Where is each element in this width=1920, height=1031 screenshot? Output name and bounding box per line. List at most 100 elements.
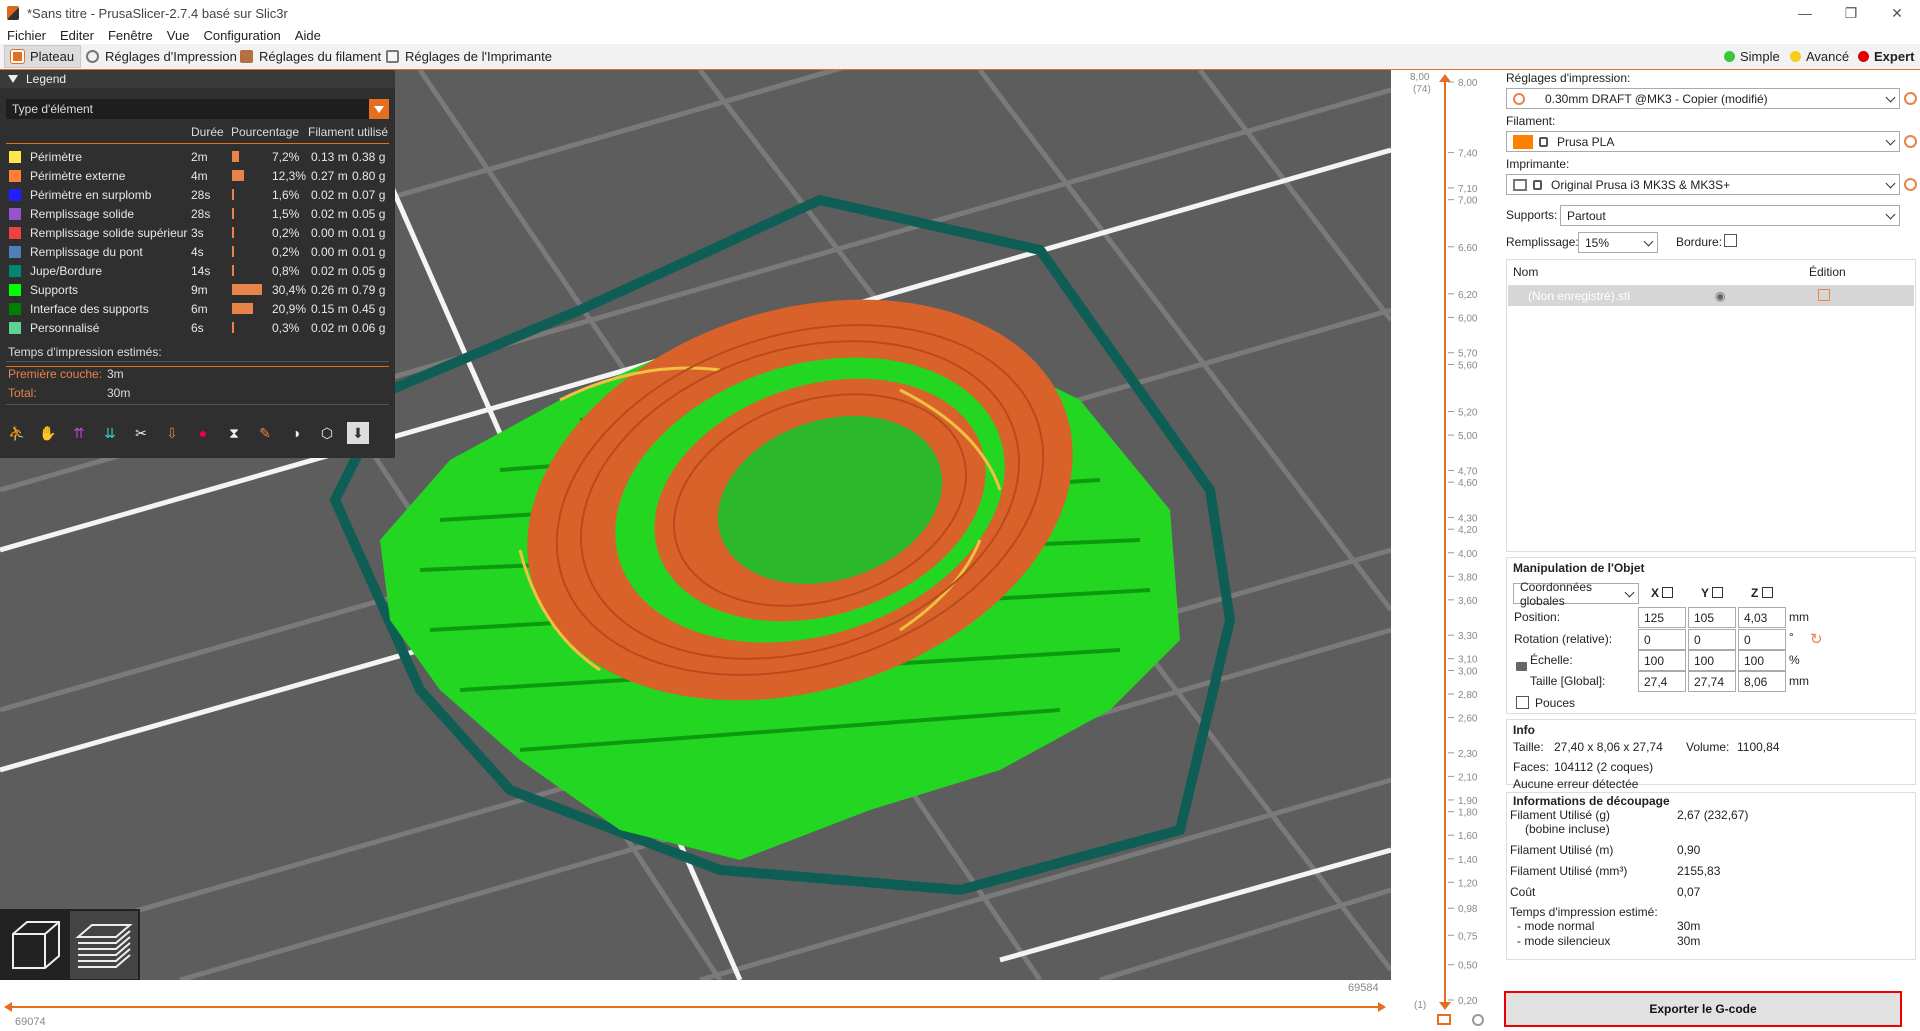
custom-gcodes-icon[interactable]: ✎ (254, 422, 276, 444)
legend-row[interactable]: Remplissage solide 28s 1,5% 0.02 m 0.05 g (0, 204, 395, 223)
lock-scale-icon[interactable] (1516, 662, 1527, 671)
infill-label: Remplissage: (1506, 235, 1579, 249)
menu-editer[interactable]: Editer (53, 28, 101, 43)
printer-icon (1513, 178, 1527, 191)
legend-row[interactable]: Jupe/Bordure 14s 0,8% 0.02 m 0.05 g (0, 261, 395, 280)
object-name: (Non enregistré).stl (1528, 289, 1631, 303)
scale-y-input[interactable]: 100 (1688, 650, 1736, 671)
coordinates-combo[interactable]: Coordonnées globales (1513, 580, 1639, 608)
shells-icon[interactable]: ⬡ (316, 422, 338, 444)
feature-time: 28s (191, 207, 211, 221)
view-type-select[interactable]: Type d'élément (6, 99, 389, 119)
center-of-gravity-icon[interactable]: ◑ (285, 422, 307, 444)
drop-to-bed-z-icon[interactable] (1762, 587, 1773, 598)
infill-combo[interactable]: 15% (1578, 232, 1658, 253)
retractions-icon[interactable]: ⇈ (68, 422, 90, 444)
legend-row[interactable]: Périmètre externe 4m 12,3% 0.27 m 0.80 g (0, 166, 395, 185)
menu-fichier[interactable]: Fichier (0, 28, 53, 43)
legend-row[interactable]: Remplissage du pont 4s 0,2% 0.00 m 0.01 g (0, 242, 395, 261)
filament-edit-icon[interactable] (1904, 135, 1917, 148)
export-gcode-button[interactable]: Exporter le G-code (1504, 991, 1902, 1027)
supports-combo[interactable]: Partout (1560, 205, 1900, 226)
edit-object-icon[interactable] (1818, 289, 1830, 301)
drop-to-bed-y-icon[interactable] (1712, 587, 1723, 598)
position-z-input[interactable]: 4,03 (1738, 607, 1786, 628)
menu-fenetre[interactable]: Fenêtre (101, 28, 160, 43)
dropdown-arrow-icon[interactable] (369, 99, 389, 119)
menu-vue[interactable]: Vue (160, 28, 197, 43)
brim-label: Bordure: (1676, 235, 1723, 249)
color-swatch (9, 208, 21, 220)
normal-mode-value: 30m (1677, 919, 1701, 933)
cost-label: Coût (1510, 885, 1536, 899)
tool-changes-icon[interactable]: ⇩ (161, 422, 183, 444)
tab-filament-settings[interactable]: Réglages du filament (234, 45, 387, 68)
feature-percent: 1,6% (272, 188, 300, 202)
legend-row[interactable]: Supports 9m 30,4% 0.26 m 0.79 g (0, 280, 395, 299)
pause-prints-icon[interactable]: ⧗ (223, 422, 245, 444)
size-z-input[interactable]: 8,06 (1738, 671, 1786, 692)
brim-checkbox[interactable] (1724, 234, 1737, 247)
filament-combo[interactable]: Prusa PLA (1506, 131, 1900, 152)
color-changes-icon[interactable]: ● (192, 422, 214, 444)
spool-icon (240, 50, 253, 63)
wipe-icon[interactable]: ✋ (37, 422, 59, 444)
hslider-lower-value: 69074 (15, 1016, 46, 1028)
feature-percent: 0,3% (272, 321, 300, 335)
legend-row[interactable]: Périmètre 2m 7,2% 0.13 m 0.38 g (0, 147, 395, 166)
scale-x-input[interactable]: 100 (1638, 650, 1686, 671)
legend-row[interactable]: Périmètre en surplomb 28s 1,6% 0.02 m 0.07 g (0, 185, 395, 204)
seams-icon[interactable]: ✂ (130, 422, 152, 444)
tool-marker-icon[interactable]: ⬇ (347, 422, 369, 444)
rotation-x-input[interactable]: 0 (1638, 629, 1686, 650)
printer-edit-icon[interactable] (1904, 178, 1917, 191)
preview-view-button[interactable] (70, 911, 138, 979)
object-row[interactable]: (Non enregistré).stl ◉ (1508, 286, 1914, 306)
scale-z-input[interactable]: 100 (1738, 650, 1786, 671)
size-y-input[interactable]: 27,74 (1688, 671, 1736, 692)
menu-aide[interactable]: Aide (288, 28, 328, 43)
tab-print-settings[interactable]: Réglages d'Impression (80, 45, 243, 68)
inches-checkbox[interactable] (1516, 696, 1529, 709)
vertical-layer-slider[interactable]: 8,00 (74) (1) 8,00 7,40 7,10 7,00 6,60 6,20 6,… (1392, 70, 1502, 1031)
feature-name: Jupe/Bordure (30, 264, 103, 278)
position-x-input[interactable]: 125 (1638, 607, 1686, 628)
menu-configuration[interactable]: Configuration (196, 28, 287, 43)
color-swatch (9, 246, 21, 258)
eye-icon[interactable]: ◉ (1715, 289, 1725, 303)
tab-printer-settings[interactable]: Réglages de l'Imprimante (380, 45, 558, 68)
rotation-z-input[interactable]: 0 (1738, 629, 1786, 650)
close-button[interactable]: ✕ (1874, 0, 1920, 26)
size-x-input[interactable]: 27,4 (1638, 671, 1686, 692)
print-settings-combo[interactable]: 0.30mm DRAFT @MK3 - Copier (modifié) (1506, 88, 1900, 109)
position-y-input[interactable]: 105 (1688, 607, 1736, 628)
tab-plateau[interactable]: Plateau (4, 45, 82, 68)
travel-icon[interactable]: ⛹ (6, 422, 28, 444)
print-settings-edit-icon[interactable] (1904, 92, 1917, 105)
maximize-button[interactable]: ❐ (1828, 0, 1874, 26)
rotation-y-input[interactable]: 0 (1688, 629, 1736, 650)
legend-row[interactable]: Personnalisé 6s 0,3% 0.02 m 0.06 g (0, 318, 395, 337)
filament-color-swatch[interactable] (1513, 134, 1533, 149)
drop-to-bed-x-icon[interactable] (1662, 587, 1673, 598)
deretractions-icon[interactable]: ⇊ (99, 422, 121, 444)
plater-icon (10, 49, 25, 64)
col-duration: Durée (191, 125, 224, 139)
horizontal-move-slider[interactable] (0, 986, 1391, 1016)
legend-header[interactable]: Legend (0, 70, 395, 88)
reset-rotation-icon[interactable]: ↻ (1810, 630, 1823, 648)
3d-view-button[interactable] (4, 913, 68, 977)
collapse-triangle-icon[interactable] (8, 75, 18, 83)
feature-time: 9m (191, 283, 208, 297)
printer-combo[interactable]: Original Prusa i3 MK3S & MK3S+ (1506, 174, 1900, 195)
feature-percent: 1,5% (272, 207, 300, 221)
legend-row[interactable]: Remplissage solide supérieur 3s 0,2% 0.00 m… (0, 223, 395, 242)
window-title: *Sans titre - PrusaSlicer-2.7.4 basé sur… (27, 5, 288, 21)
estimate-title: Temps d'impression estimés: (8, 345, 162, 359)
minimize-button[interactable]: — (1782, 0, 1828, 26)
mode-expert[interactable]: Expert (1858, 44, 1914, 69)
mode-avance[interactable]: Avancé (1790, 44, 1849, 69)
slice-info-title: Informations de découpage (1513, 794, 1670, 808)
legend-row[interactable]: Interface des supports 6m 20,9% 0.15 m 0.45 … (0, 299, 395, 318)
mode-simple[interactable]: Simple (1724, 44, 1780, 69)
